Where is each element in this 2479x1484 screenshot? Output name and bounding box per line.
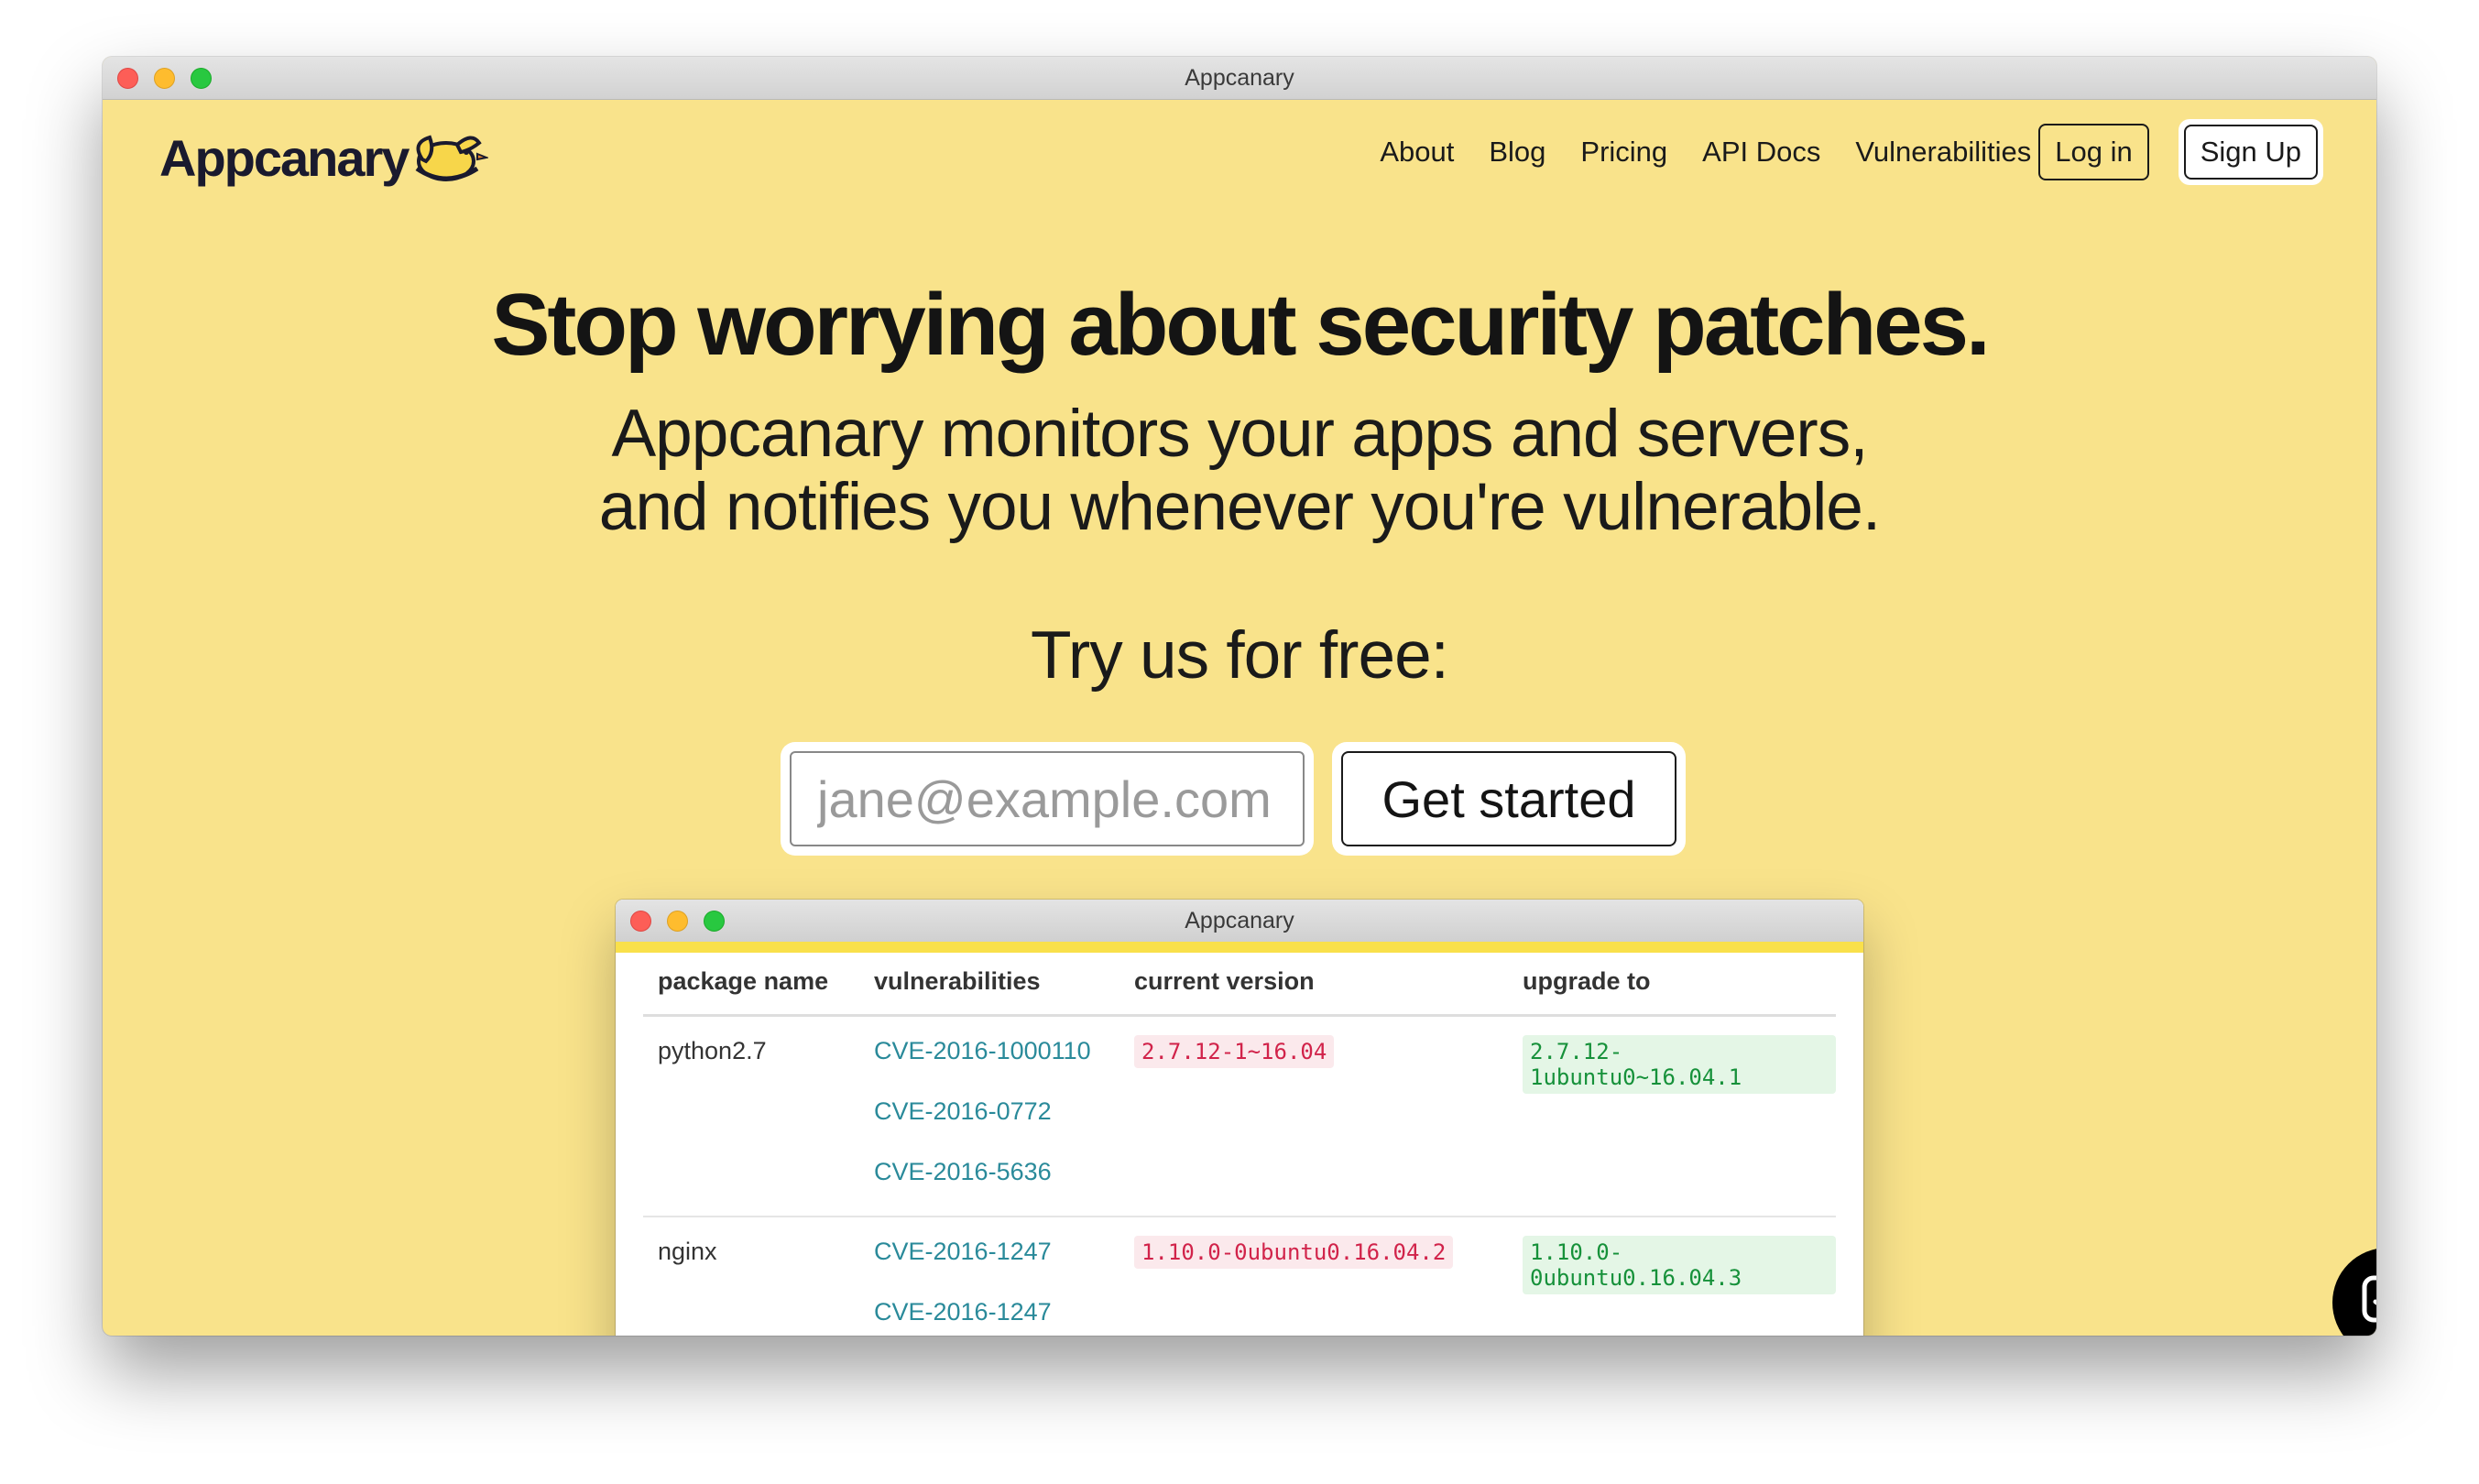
cve-list: CVE-2016-1000110 CVE-2016-0772 CVE-2016-… (859, 1015, 1119, 1217)
table-row: nginx CVE-2016-1247 CVE-2016-1247 1.10.0… (643, 1217, 1836, 1336)
signup-button-frame: Sign Up (2178, 119, 2323, 185)
package-name: nginx (658, 1238, 717, 1265)
current-version: 2.7.12-1~16.04 (1134, 1035, 1335, 1068)
current-version-cell: 2.7.12-1~16.04 (1119, 1015, 1508, 1217)
nav-vulnerabilities[interactable]: Vulnerabilities (1855, 136, 2031, 169)
window-title: Appcanary (1185, 65, 1294, 91)
nav-blog[interactable]: Blog (1489, 136, 1545, 169)
hero-subhead: Appcanary monitors your apps and servers… (103, 398, 2376, 544)
get-started-button[interactable]: Get started (1341, 751, 1676, 846)
upgrade-version-cell: 1.10.0-0ubuntu0.16.04.3 (1508, 1217, 1836, 1336)
cve-link[interactable]: CVE-2016-1000110 (874, 1037, 1119, 1065)
logo-text: Appcanary (159, 129, 410, 187)
demo-window-titlebar: Appcanary (616, 900, 1863, 942)
cta-text: Try us for free: (1031, 618, 1449, 693)
chat-button[interactable] (2332, 1248, 2376, 1336)
column-header-vulnerabilities: vulnerabilities (859, 953, 1119, 1017)
current-version: 1.10.0-0ubuntu0.16.04.2 (1134, 1236, 1454, 1269)
get-started-frame: Get started (1332, 742, 1686, 856)
nav-pricing[interactable]: Pricing (1580, 136, 1667, 169)
column-header-package: package name (643, 953, 859, 1017)
table-row: python2.7 CVE-2016-1000110 CVE-2016-0772… (643, 1015, 1836, 1217)
package-name: python2.7 (643, 1015, 859, 1217)
login-button[interactable]: Log in (2038, 124, 2149, 180)
column-header-current-version: current version (1119, 953, 1508, 1017)
upgrade-version-cell: 2.7.12-1ubuntu0~16.04.1 (1508, 1015, 1836, 1217)
current-version-cell: 1.10.0-0ubuntu0.16.04.2 (1119, 1217, 1508, 1336)
hero-subhead-line-1: Appcanary monitors your apps and servers… (611, 397, 1868, 471)
demo-minimize-dot (667, 911, 688, 932)
logo-link[interactable]: Appcanary (159, 121, 490, 195)
signup-button[interactable]: Sign Up (2183, 125, 2318, 180)
hero-subhead-line-2: and notifies you whenever you're vulnera… (598, 470, 1881, 544)
table-header-row: package name vulnerabilities current ver… (643, 953, 1836, 1017)
nav-about[interactable]: About (1380, 136, 1454, 169)
signup-form: Get started (781, 742, 1686, 856)
demo-window: Appcanary package name vulnerabilities c… (616, 900, 1863, 1336)
demo-accent-bar (616, 942, 1863, 953)
email-field[interactable] (790, 751, 1305, 846)
chat-bubble-icon (2361, 1274, 2376, 1332)
main-nav: About Blog Pricing API Docs Vulnerabilit… (1345, 119, 2323, 185)
window-titlebar: Appcanary (103, 57, 2376, 100)
cve-link[interactable]: CVE-2016-5636 (874, 1158, 1119, 1186)
demo-close-dot (630, 911, 651, 932)
cve-list: CVE-2016-1247 CVE-2016-1247 (859, 1217, 1119, 1336)
browser-window: Appcanary Appcanary About Blog Pricing A… (103, 57, 2376, 1336)
upgrade-version: 1.10.0-0ubuntu0.16.04.3 (1523, 1236, 1836, 1294)
demo-window-title: Appcanary (1185, 908, 1294, 933)
upgrade-version: 2.7.12-1ubuntu0~16.04.1 (1523, 1035, 1836, 1094)
column-header-upgrade-to: upgrade to (1508, 953, 1836, 1017)
canary-bird-icon (404, 125, 490, 195)
email-field-frame (781, 742, 1314, 856)
cve-link[interactable]: CVE-2016-1247 (874, 1238, 1119, 1266)
cve-link[interactable]: CVE-2016-1247 (874, 1298, 1119, 1326)
demo-maximize-dot (704, 911, 725, 932)
hero-headline: Stop worrying about security patches. (491, 276, 1990, 374)
vulnerability-table: package name vulnerabilities current ver… (643, 953, 1836, 1336)
nav-api-docs[interactable]: API Docs (1702, 136, 1820, 169)
cve-link[interactable]: CVE-2016-0772 (874, 1097, 1119, 1126)
